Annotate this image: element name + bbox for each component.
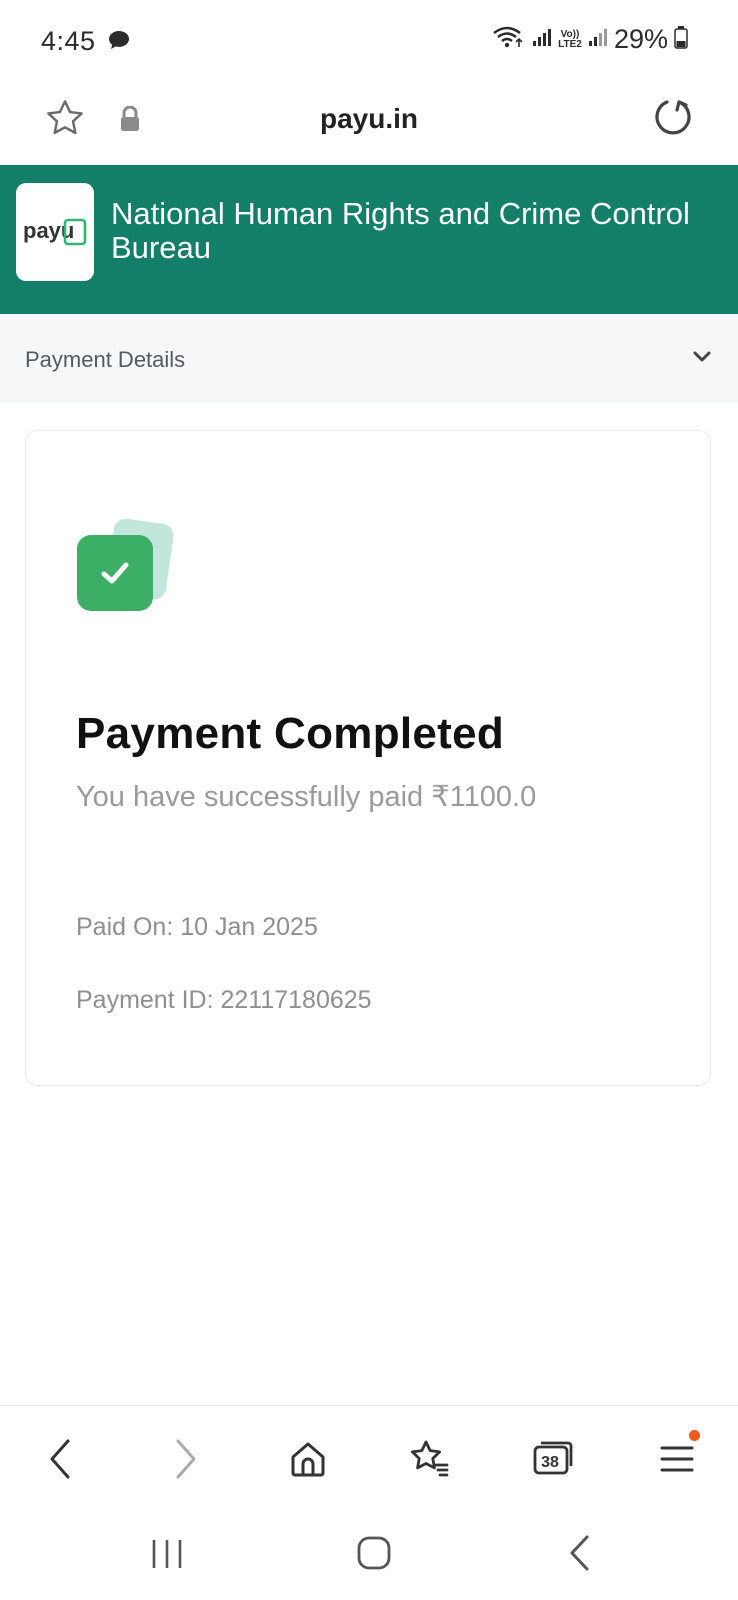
merchant-header: payu National Human Rights and Crime Con…	[0, 165, 738, 314]
home-icon[interactable]	[283, 1434, 333, 1484]
browser-address-bar: payu.in	[0, 80, 738, 165]
status-bar: 4:45 Vo)) LTE2 29%	[0, 0, 738, 80]
payu-logo: payu	[16, 183, 94, 281]
success-icon-badge	[77, 535, 153, 611]
wifi-icon	[492, 25, 526, 54]
url-text[interactable]: payu.in	[0, 103, 738, 135]
notification-dot	[689, 1430, 700, 1441]
battery-icon	[674, 25, 688, 54]
back-button-icon[interactable]	[567, 1533, 591, 1578]
tab-count: 38	[541, 1454, 559, 1471]
signal-icon	[532, 27, 552, 52]
home-button-icon[interactable]	[356, 1535, 392, 1576]
signal-icon	[588, 27, 608, 52]
forward-icon[interactable]	[161, 1434, 211, 1484]
recent-apps-icon[interactable]	[150, 1537, 184, 1576]
menu-icon[interactable]	[652, 1430, 702, 1484]
payment-result-card: Payment Completed You have successfully …	[25, 430, 711, 1086]
reload-icon[interactable]	[652, 96, 694, 143]
payment-id: Payment ID: 22117180625	[76, 986, 372, 1014]
payment-details-toggle[interactable]: Payment Details	[0, 314, 738, 403]
chevron-down-icon[interactable]	[692, 350, 712, 369]
tabs-icon[interactable]: 38	[528, 1434, 578, 1484]
payment-status-title: Payment Completed	[76, 709, 505, 758]
chat-icon	[108, 30, 130, 55]
status-time: 4:45	[41, 26, 96, 56]
browser-bottom-nav: 38	[0, 1405, 738, 1516]
payment-details-label: Payment Details	[25, 347, 186, 372]
success-check-icon	[77, 517, 177, 611]
battery-percent: 29%	[613, 24, 668, 54]
payment-amount-text: You have successfully paid ₹1100.0	[76, 781, 537, 813]
merchant-name: National Human Rights and Crime Control …	[111, 196, 690, 265]
paid-on-date: Paid On: 10 Jan 2025	[76, 913, 318, 941]
status-indicators: Vo)) LTE2 29%	[492, 24, 688, 55]
bookmarks-icon[interactable]	[404, 1434, 454, 1484]
back-icon[interactable]	[35, 1434, 85, 1484]
system-nav-bar	[0, 1515, 738, 1600]
network-type-label: Vo)) LTE2	[558, 28, 582, 50]
